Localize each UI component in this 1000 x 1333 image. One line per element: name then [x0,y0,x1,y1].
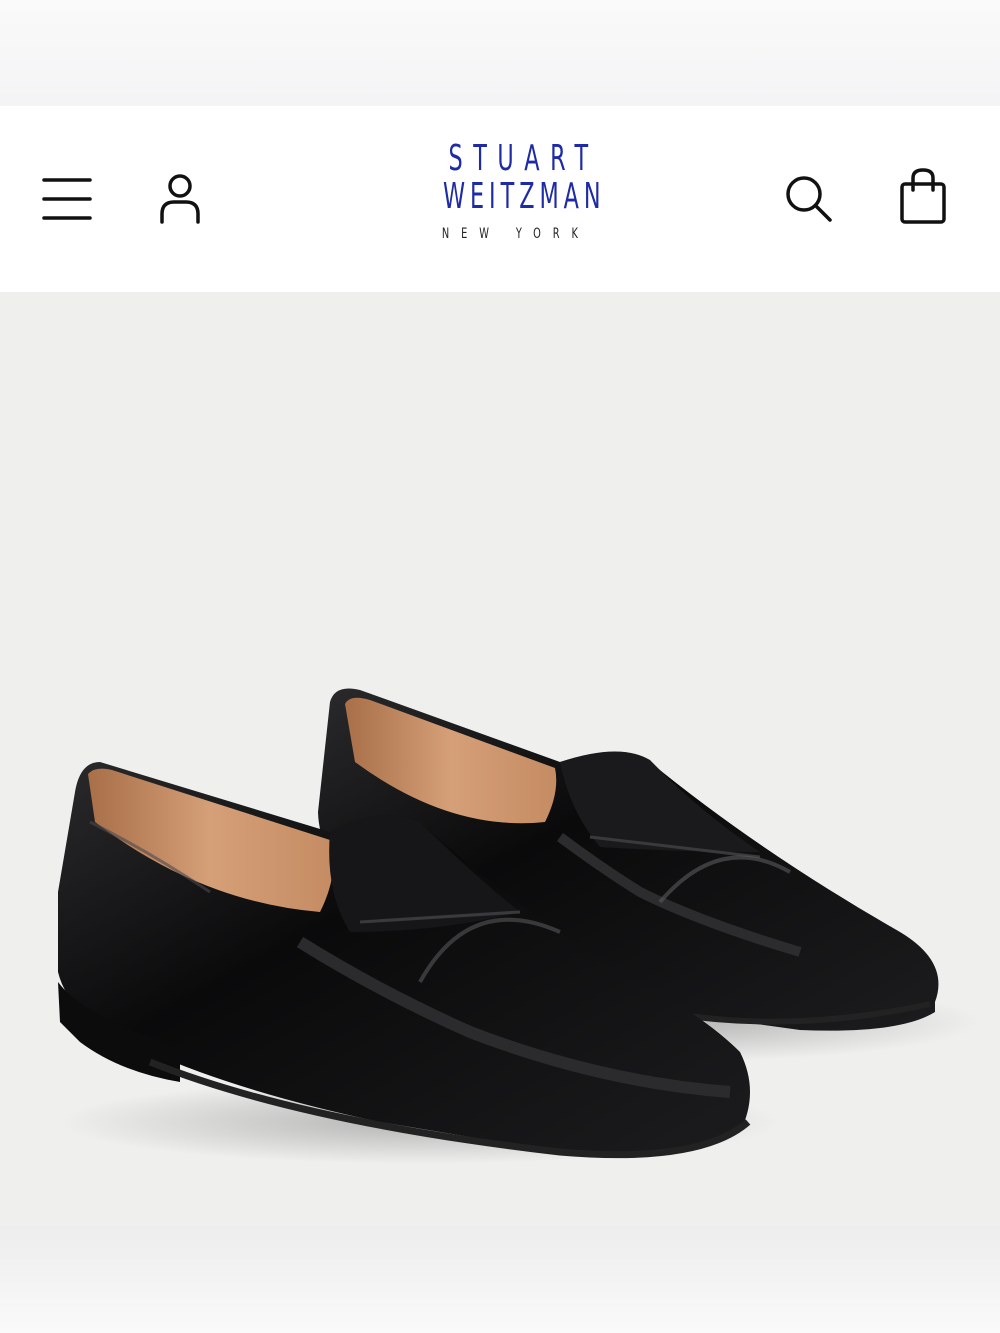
shopping-bag-icon [900,168,946,224]
loafers-illustration [58,688,980,1164]
brand-name-line1: STUART [448,138,599,179]
search-button[interactable] [782,172,836,226]
brand-tagline: NEW YORK [441,226,590,242]
product-hero-image [0,292,1000,1226]
user-icon [160,174,200,224]
search-icon [786,176,832,222]
account-button[interactable] [152,170,208,228]
site-header: STUART WEITZMAN NEW YORK [0,106,1000,292]
page-footer-area [0,1226,1000,1333]
brand-name-line2: WEITZMAN [442,176,606,217]
shopping-bag-button[interactable] [896,166,950,228]
brand-logo[interactable]: STUART WEITZMAN NEW YORK [400,138,606,254]
hamburger-menu-icon [42,178,92,220]
menu-button[interactable] [40,172,94,226]
status-bar-area [0,0,1000,106]
